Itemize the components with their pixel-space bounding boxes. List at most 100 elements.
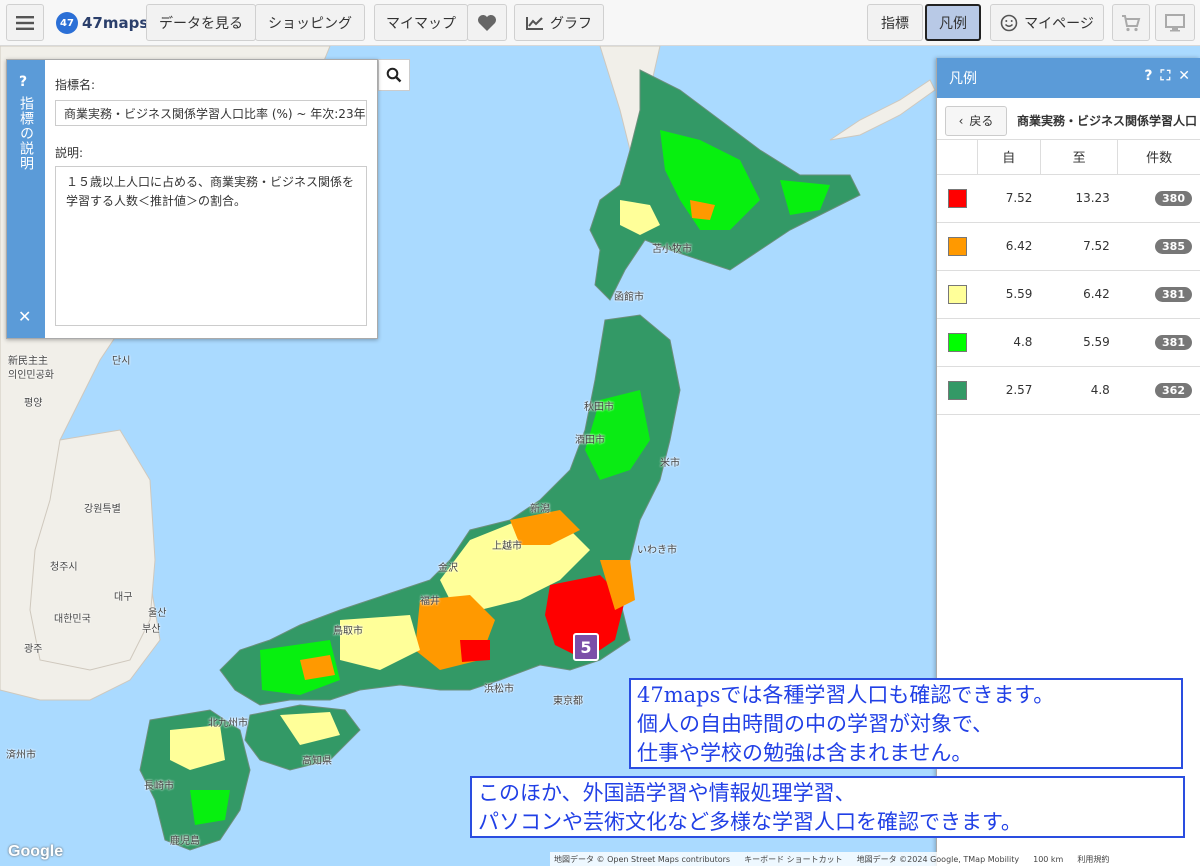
graph-button[interactable]: グラフ (514, 4, 604, 41)
legend-row[interactable]: 6.42 7.52 385 (937, 222, 1200, 271)
map-search-button[interactable] (378, 59, 410, 91)
map-place-label: 上越市 (492, 541, 522, 552)
map-place-label: 청주시 (50, 562, 78, 573)
smiley-icon (1000, 14, 1018, 31)
map-place-label: 광주 (24, 644, 43, 655)
display-button[interactable] (1155, 4, 1195, 41)
attribution-google: 地図データ ©2024 Google, TMap Mobility (856, 854, 1020, 864)
kyushu-green (190, 790, 230, 825)
legend-header-icons: ? ⛶ ✕ (1144, 68, 1190, 84)
back-button[interactable]: ‹ 戻る (945, 105, 1007, 136)
map-place-label: 대구 (114, 592, 133, 603)
legend-header: 凡例 ? ⛶ ✕ (937, 58, 1200, 98)
map-place-label: 新民主主 (8, 356, 48, 367)
help-icon[interactable]: ? (1144, 68, 1152, 84)
map-place-label: 부산 (142, 624, 161, 635)
legend-count-cell: 385 (1117, 222, 1200, 271)
column-count: 件数 (1117, 140, 1200, 175)
search-icon (386, 67, 402, 83)
legend-swatch-cell (937, 366, 977, 415)
legend-from: 2.57 (977, 366, 1041, 415)
keyboard-shortcuts-link[interactable]: キーボード ショートカット (744, 854, 843, 865)
legend-from: 6.42 (977, 222, 1041, 271)
map-place-label: 단시 (112, 356, 131, 367)
chevron-left-icon: ‹ (958, 113, 964, 128)
legend-from: 5.59 (977, 270, 1041, 319)
panel-side-tab[interactable]: ? 指標の説明 ✕ (7, 60, 45, 338)
map-place-label: 대한민국 (54, 614, 91, 625)
scale-label: 100 km (1033, 854, 1064, 864)
description-field[interactable]: １５歳以上人口に占める、商業実務・ビジネス関係を学習する人数＜推計値＞の割合。 (55, 166, 367, 326)
logo-mark: 47 (56, 12, 78, 34)
menu-button[interactable] (6, 4, 44, 41)
view-data-button[interactable]: データを見る (146, 4, 256, 41)
favorite-button[interactable] (467, 4, 507, 41)
annotation-box-learning: 47mapsでは各種学習人口も確認できます。 個人の自由時間の中の学習が対象で、… (629, 678, 1183, 769)
legend-count: 381 (1155, 334, 1192, 350)
legend-swatch (947, 380, 967, 400)
description-label: 説明: (55, 146, 84, 160)
indicator-name-field[interactable]: 商業実務・ビジネス関係学習人口比率 (%) ~ 年次:23年 (55, 100, 367, 126)
column-from: 自 (976, 140, 1041, 175)
legend-count: 362 (1155, 382, 1192, 398)
shopping-button[interactable]: ショッピング (255, 4, 365, 41)
legend-row[interactable]: 5.59 6.42 381 (937, 270, 1200, 319)
terms-link[interactable]: 利用規約 (1077, 854, 1109, 865)
annotation-line: パソコンや芸術文化など多様な学習人口を確認できます。 (478, 810, 1022, 834)
legend-swatch (947, 332, 967, 352)
map-place-label: 函館市 (614, 292, 644, 303)
annotation-box-other: このほか、外国語学習や情報処理学習、 パソコンや芸術文化など多様な学習人口を確認… (470, 776, 1185, 838)
help-icon: ? (19, 74, 28, 90)
map-place-label: 鳥取市 (333, 626, 363, 637)
map-place-label: 東京都 (553, 696, 583, 707)
expand-icon[interactable]: ⛶ (1160, 68, 1170, 84)
legend-count-cell: 380 (1117, 174, 1200, 223)
legend-count: 385 (1155, 238, 1192, 254)
legend-count-cell: 362 (1117, 366, 1200, 415)
close-icon[interactable]: ✕ (1178, 68, 1190, 84)
cart-button[interactable] (1112, 4, 1150, 41)
logo-wordmark: 47maps (82, 14, 149, 32)
map-place-label: 浜松市 (484, 684, 514, 695)
map-place-label: 米市 (660, 458, 680, 469)
map-place-label: 강원특별 (84, 504, 121, 515)
heart-icon (478, 14, 496, 31)
map-place-label: 北九州市 (208, 718, 248, 729)
app-logo[interactable]: 47 47mapsTM (56, 10, 160, 36)
graph-button-label: グラフ (550, 15, 592, 32)
legend-row[interactable]: 7.52 13.23 380 (937, 174, 1200, 223)
annotation-line: 47mapsでは各種学習人口も確認できます。 (637, 683, 1055, 707)
map-place-label: 秋田市 (584, 402, 614, 413)
attribution-osm[interactable]: 地図データ © Open Street Maps contributors (554, 854, 730, 865)
monitor-icon (1165, 13, 1185, 31)
legend-swatch-cell (937, 270, 977, 319)
my-page-label: マイページ (1024, 15, 1094, 32)
kuril-landmass (829, 79, 936, 141)
my-map-button[interactable]: マイマップ (374, 4, 468, 41)
map-place-label: 済州市 (6, 750, 36, 761)
indicator-button[interactable]: 指標 (867, 4, 923, 41)
annotation-line: 個人の自由時間の中の学習が対象で、 (637, 712, 994, 736)
legend-to: 7.52 (1040, 222, 1118, 271)
legend-from: 4.8 (977, 318, 1041, 367)
legend-swatch (947, 284, 967, 304)
legend-button[interactable]: 凡例 (925, 4, 981, 41)
my-page-button[interactable]: マイページ (990, 4, 1104, 41)
legend-swatch-cell (937, 222, 977, 271)
legend-nav: ‹ 戻る 商業実務・ビジネス関係学習人口 (937, 102, 1200, 140)
legend-title: 凡例 (949, 71, 977, 87)
column-to: 至 (1039, 140, 1118, 175)
legend-row[interactable]: 2.57 4.8 362 (937, 366, 1200, 415)
swatch-header (937, 140, 977, 175)
legend-table-header: 自 至 件数 (937, 140, 1200, 175)
legend-count-cell: 381 (1117, 270, 1200, 319)
close-icon[interactable]: ✕ (18, 307, 31, 326)
line-chart-icon (526, 16, 543, 30)
map-place-label: 울산 (148, 608, 167, 619)
legend-swatch (947, 188, 967, 208)
panel-tab-title: 指標の説明 (18, 96, 34, 171)
cluster-marker[interactable]: 5 (573, 633, 599, 661)
map-place-label: 新潟 (530, 504, 550, 515)
legend-row[interactable]: 4.8 5.59 381 (937, 318, 1200, 367)
legend-count-cell: 381 (1117, 318, 1200, 367)
